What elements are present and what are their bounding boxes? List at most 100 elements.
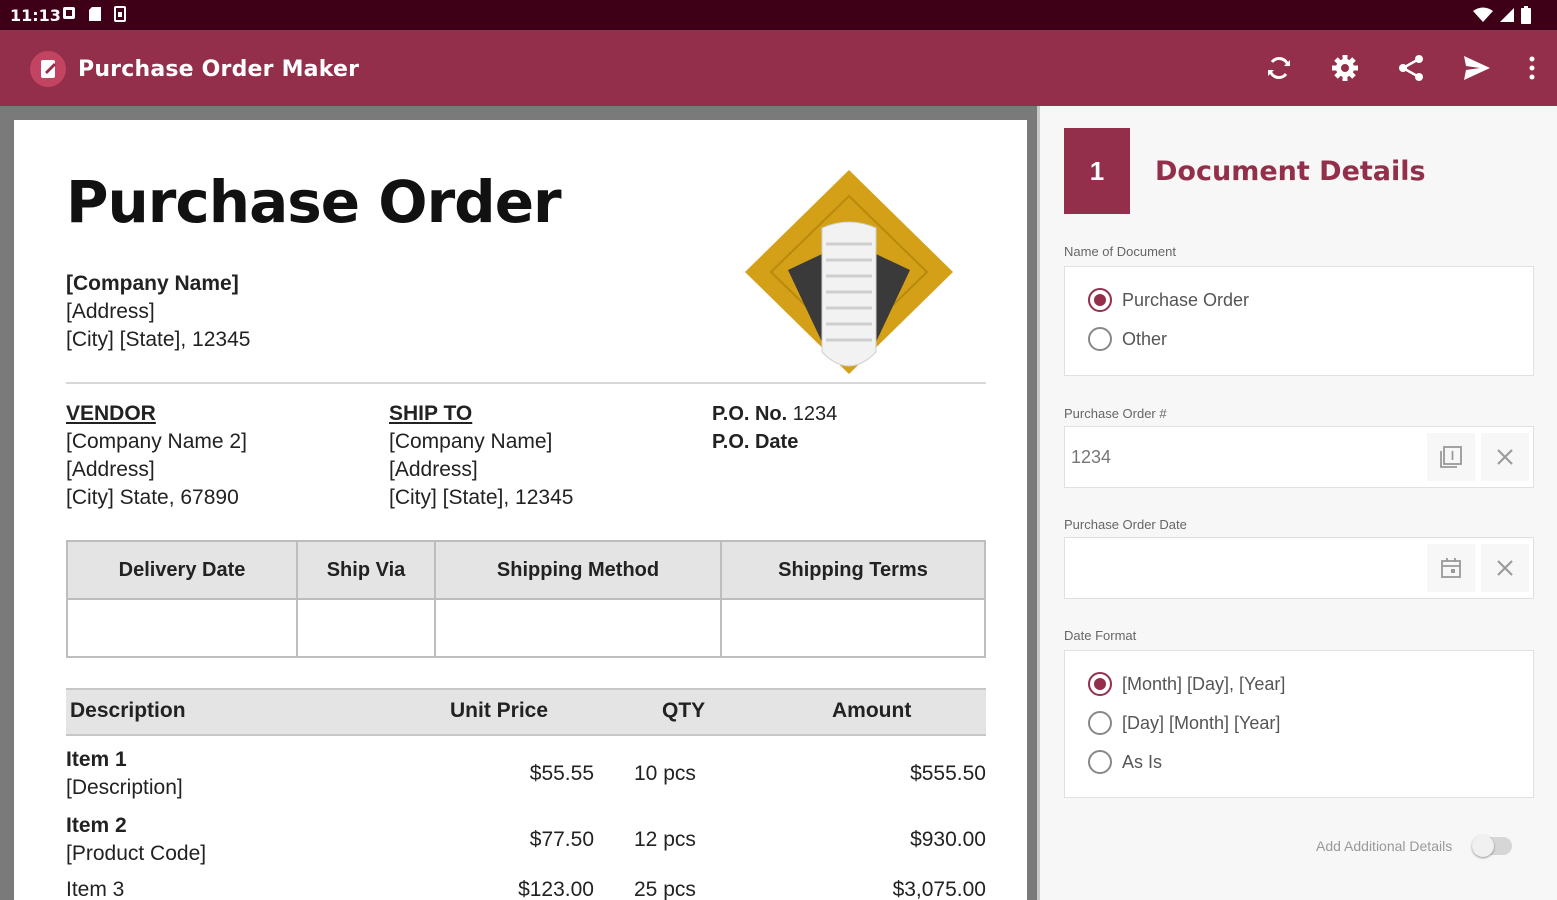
radio-other[interactable]: Other bbox=[1088, 327, 1167, 351]
radio-month-day-year[interactable]: [Month] [Day], [Year] bbox=[1088, 672, 1285, 696]
header-divider bbox=[66, 382, 986, 384]
refresh-icon bbox=[1268, 57, 1290, 79]
ship-to-address: [Address] bbox=[389, 458, 478, 481]
po-number-label: P.O. No. bbox=[712, 403, 788, 425]
step-title: Document Details bbox=[1155, 156, 1426, 187]
name-of-document-label: Name of Document bbox=[1064, 244, 1176, 259]
items-header-amount: Amount bbox=[832, 699, 912, 722]
share-icon bbox=[1399, 55, 1423, 81]
po-date-label: P.O. Date bbox=[712, 431, 799, 453]
more-options-button[interactable] bbox=[1525, 50, 1539, 86]
signal-icon bbox=[1499, 7, 1515, 28]
item-name: Item 1 bbox=[66, 748, 127, 771]
app-title: Purchase Order Maker bbox=[78, 57, 360, 82]
settings-button[interactable] bbox=[1327, 50, 1363, 86]
radio-unchecked-icon bbox=[1088, 750, 1112, 774]
radio-purchase-order[interactable]: Purchase Order bbox=[1088, 288, 1249, 312]
company-logo-icon bbox=[742, 166, 956, 385]
status-left-icons bbox=[62, 6, 130, 22]
shipping-cell bbox=[720, 598, 986, 658]
radio-unchecked-icon bbox=[1088, 327, 1112, 351]
status-right-icons bbox=[1473, 6, 1531, 29]
company-city: [City] [State], 12345 bbox=[66, 328, 251, 351]
vendor-city: [City] State, 67890 bbox=[66, 486, 239, 509]
clear-po-date-button[interactable] bbox=[1481, 544, 1529, 592]
radio-checked-icon bbox=[1088, 288, 1112, 312]
item-amount: $555.50 bbox=[910, 762, 986, 785]
po-date-input[interactable] bbox=[1065, 538, 1425, 598]
item-unit-price: $123.00 bbox=[518, 878, 594, 900]
item-qty: 10 pcs bbox=[634, 762, 696, 785]
vendor-heading: VENDOR bbox=[66, 402, 156, 425]
shipping-header-delivery-date: Delivery Date bbox=[66, 540, 298, 600]
item-sub: [Description] bbox=[66, 776, 183, 799]
sim-icon bbox=[114, 6, 130, 22]
send-icon bbox=[1464, 56, 1490, 80]
clock: 11:13 bbox=[10, 6, 61, 25]
item-unit-price: $77.50 bbox=[529, 828, 594, 851]
item-name: Item 2 bbox=[66, 814, 127, 837]
item-unit-price: $55.55 bbox=[529, 762, 594, 785]
ship-to-city: [City] [State], 12345 bbox=[389, 486, 574, 509]
items-header: Description Unit Price QTY Amount bbox=[66, 688, 986, 736]
app-bar: Purchase Order Maker bbox=[0, 30, 1557, 106]
shipping-header-ship-via: Ship Via bbox=[296, 540, 436, 600]
document-page: Purchase Order [Company Name] [Address] … bbox=[14, 120, 1027, 900]
app-logo-icon bbox=[30, 51, 66, 87]
document-title: Purchase Order bbox=[66, 168, 562, 236]
ship-to-heading: SHIP TO bbox=[389, 402, 473, 425]
calendar-icon bbox=[1441, 558, 1461, 578]
app-bar-actions bbox=[1261, 50, 1539, 86]
send-button[interactable] bbox=[1459, 50, 1495, 86]
po-info-block: P.O. No. 1234 P.O. Date bbox=[712, 400, 837, 456]
ship-to-block: SHIP TO [Company Name] [Address] [City] … bbox=[389, 400, 573, 512]
po-date-field bbox=[1064, 537, 1534, 599]
radio-unchecked-icon bbox=[1088, 711, 1112, 735]
share-button[interactable] bbox=[1393, 50, 1429, 86]
company-block: [Company Name] [Address] [City] [State],… bbox=[66, 270, 250, 354]
status-bar: 11:13 bbox=[0, 0, 1557, 30]
refresh-button[interactable] bbox=[1261, 50, 1297, 86]
additional-details-label: Add Additional Details bbox=[1316, 838, 1453, 854]
name-of-document-card bbox=[1064, 266, 1534, 376]
po-number-value: 1234 bbox=[792, 403, 838, 425]
item-sub: [Product Code] bbox=[66, 842, 207, 865]
company-address: [Address] bbox=[66, 300, 155, 323]
more-icon bbox=[1529, 56, 1535, 80]
items-header-description: Description bbox=[70, 699, 186, 722]
radio-day-month-year[interactable]: [Day] [Month] [Year] bbox=[1088, 711, 1280, 735]
close-icon bbox=[1497, 560, 1513, 576]
shipping-cell bbox=[434, 598, 722, 658]
number-picker-button[interactable] bbox=[1427, 433, 1475, 481]
clear-po-number-button[interactable] bbox=[1481, 433, 1529, 481]
additional-details-toggle[interactable] bbox=[1472, 835, 1512, 857]
document-details-panel: 1 Document Details Name of Document Purc… bbox=[1037, 106, 1557, 900]
po-number-field-label: Purchase Order # bbox=[1064, 406, 1167, 421]
document-preview-area[interactable]: Purchase Order [Company Name] [Address] … bbox=[0, 106, 1037, 900]
notification-icon bbox=[62, 6, 78, 22]
company-name: [Company Name] bbox=[66, 272, 239, 295]
step-number-badge: 1 bbox=[1064, 128, 1130, 214]
radio-as-is[interactable]: As Is bbox=[1088, 750, 1162, 774]
radio-checked-icon bbox=[1088, 672, 1112, 696]
item-qty: 25 pcs bbox=[634, 878, 696, 900]
ship-to-name: [Company Name] bbox=[389, 430, 553, 453]
vendor-name: [Company Name 2] bbox=[66, 430, 247, 453]
wifi-icon bbox=[1473, 7, 1493, 28]
item-name: Item 3 bbox=[66, 878, 125, 900]
vendor-address: [Address] bbox=[66, 458, 155, 481]
shipping-table: Delivery Date Ship Via Shipping Method S… bbox=[66, 540, 986, 658]
po-date-field-label: Purchase Order Date bbox=[1064, 517, 1187, 532]
po-number-field bbox=[1064, 426, 1534, 488]
shipping-header-shipping-terms: Shipping Terms bbox=[720, 540, 986, 600]
items-header-qty: QTY bbox=[662, 699, 706, 722]
item-amount: $930.00 bbox=[910, 828, 986, 851]
shipping-cell bbox=[296, 598, 436, 658]
vendor-block: VENDOR [Company Name 2] [Address] [City]… bbox=[66, 400, 247, 512]
sd-card-icon bbox=[88, 6, 104, 22]
shipping-header-shipping-method: Shipping Method bbox=[434, 540, 722, 600]
po-number-input[interactable] bbox=[1065, 427, 1425, 487]
settings-icon bbox=[1332, 55, 1358, 81]
date-picker-button[interactable] bbox=[1427, 544, 1475, 592]
items-header-unit-price: Unit Price bbox=[450, 699, 549, 722]
